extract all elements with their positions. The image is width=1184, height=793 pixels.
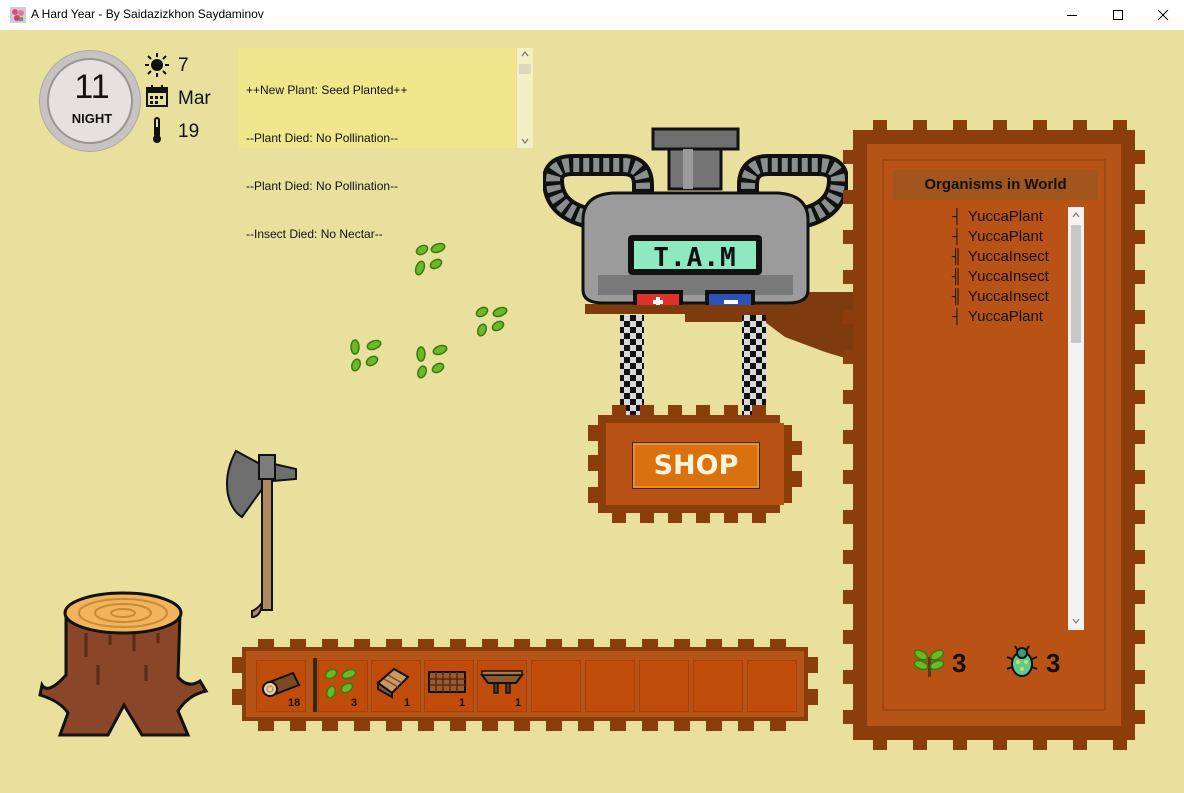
tam-screen-label: T.A.M bbox=[653, 243, 737, 273]
inventory-slot[interactable] bbox=[585, 660, 635, 712]
leaf-sprout-icon[interactable] bbox=[346, 335, 386, 375]
leaf-sprout-icon[interactable] bbox=[412, 342, 452, 382]
scroll-down-icon[interactable] bbox=[1072, 618, 1080, 624]
log-line: --Plant Died: No Pollination-- bbox=[246, 179, 399, 193]
log-icon bbox=[262, 671, 301, 697]
game-area[interactable]: 11 NIGHT 7 Mar 19 ++New Plant: Seed Plan… bbox=[0, 30, 1184, 793]
organisms-list[interactable]: ┤ YuccaPlant ┤ YuccaPlant ╢ YuccaInsect ╢ Yu… bbox=[897, 205, 1067, 625]
organisms-scrollbar[interactable] bbox=[1068, 207, 1084, 630]
plant-count: 3 bbox=[952, 648, 967, 678]
insect-count: 3 bbox=[1046, 648, 1061, 678]
close-button[interactable] bbox=[1140, 0, 1184, 30]
weather-value: 7 bbox=[178, 55, 189, 76]
event-log-scroll-thumb[interactable] bbox=[519, 64, 531, 74]
leaf-sprout-icon[interactable] bbox=[410, 240, 450, 280]
inventory-slot-count: 1 bbox=[459, 697, 466, 709]
log-line: --Insect Died: No Nectar-- bbox=[246, 227, 383, 241]
inventory-slot[interactable]: 1 bbox=[477, 660, 527, 712]
inventory-slot[interactable]: 3 bbox=[318, 660, 368, 712]
axe-icon[interactable] bbox=[222, 445, 302, 620]
calendar-icon bbox=[146, 85, 168, 107]
window-title-bar[interactable]: A Hard Year - By Saidazizkhon Saydaminov bbox=[0, 0, 1184, 30]
day-period-label: NIGHT bbox=[71, 111, 113, 126]
organism-list-item[interactable]: ╢ YuccaInsect bbox=[952, 288, 1049, 305]
event-log-scrollbar[interactable] bbox=[516, 48, 533, 148]
close-icon bbox=[1157, 9, 1169, 21]
organisms-scroll-thumb[interactable] bbox=[1071, 225, 1081, 343]
maximize-icon bbox=[1113, 10, 1123, 20]
leaf-sprout-icon[interactable] bbox=[472, 302, 512, 342]
beetle-icon bbox=[1006, 645, 1038, 677]
minimize-button[interactable] bbox=[1049, 0, 1095, 30]
log-line: --Plant Died: No Pollination-- bbox=[246, 131, 399, 145]
inventory-selection-divider bbox=[313, 658, 317, 712]
organism-list-item[interactable]: ╢ YuccaInsect bbox=[952, 268, 1049, 285]
day-dial: 11 NIGHT bbox=[39, 50, 141, 152]
inventory-slot-count: 1 bbox=[404, 697, 411, 709]
inventory-slot[interactable]: 1 bbox=[424, 660, 474, 712]
inventory-slot-count: 18 bbox=[288, 697, 301, 709]
minimize-icon bbox=[1067, 15, 1077, 16]
scroll-up-icon[interactable] bbox=[521, 51, 529, 57]
window-title: A Hard Year - By Saidazizkhon Saydaminov bbox=[31, 7, 264, 21]
month-value: Mar bbox=[178, 88, 211, 109]
inventory-slot[interactable]: 18 bbox=[256, 660, 306, 712]
inventory-slot-count: 1 bbox=[515, 697, 522, 709]
scroll-up-icon[interactable] bbox=[1072, 212, 1080, 218]
fence-icon bbox=[428, 671, 466, 693]
wooden-crate-icon bbox=[376, 667, 410, 699]
organism-list-item[interactable]: ┤ YuccaPlant bbox=[952, 308, 1043, 325]
sun-icon bbox=[145, 53, 169, 77]
inventory-slot[interactable] bbox=[747, 660, 797, 712]
plant-sprout-icon bbox=[913, 649, 945, 677]
inventory-slot-count: 3 bbox=[351, 697, 358, 709]
tree-stump-icon[interactable] bbox=[38, 585, 210, 745]
organisms-panel-title: Organisms in World bbox=[893, 170, 1098, 200]
flower-icon bbox=[10, 7, 26, 23]
tam-machine[interactable] bbox=[543, 125, 848, 305]
maximize-button[interactable] bbox=[1095, 0, 1141, 30]
organism-list-item[interactable]: ┤ YuccaPlant bbox=[952, 228, 1043, 245]
inventory-slot[interactable]: 1 bbox=[371, 660, 421, 712]
scroll-down-icon[interactable] bbox=[521, 138, 529, 144]
organism-list-item[interactable]: ╢ YuccaInsect bbox=[952, 248, 1049, 265]
day-number: 11 bbox=[74, 68, 110, 106]
inventory-slot[interactable] bbox=[531, 660, 581, 712]
inventory-slot[interactable] bbox=[693, 660, 743, 712]
shop-button[interactable]: SHOP bbox=[632, 442, 760, 489]
temperature-value: 19 bbox=[178, 121, 200, 142]
organism-list-item[interactable]: ┤ YuccaPlant bbox=[952, 208, 1043, 225]
event-log-lines: ++New Plant: Seed Planted++ --Plant Died… bbox=[246, 50, 407, 274]
event-log[interactable]: ++New Plant: Seed Planted++ --Plant Died… bbox=[239, 48, 533, 241]
workbench-icon bbox=[480, 670, 524, 694]
thermometer-icon bbox=[153, 117, 161, 143]
inventory-slot[interactable] bbox=[639, 660, 689, 712]
log-line: ++New Plant: Seed Planted++ bbox=[246, 83, 408, 97]
